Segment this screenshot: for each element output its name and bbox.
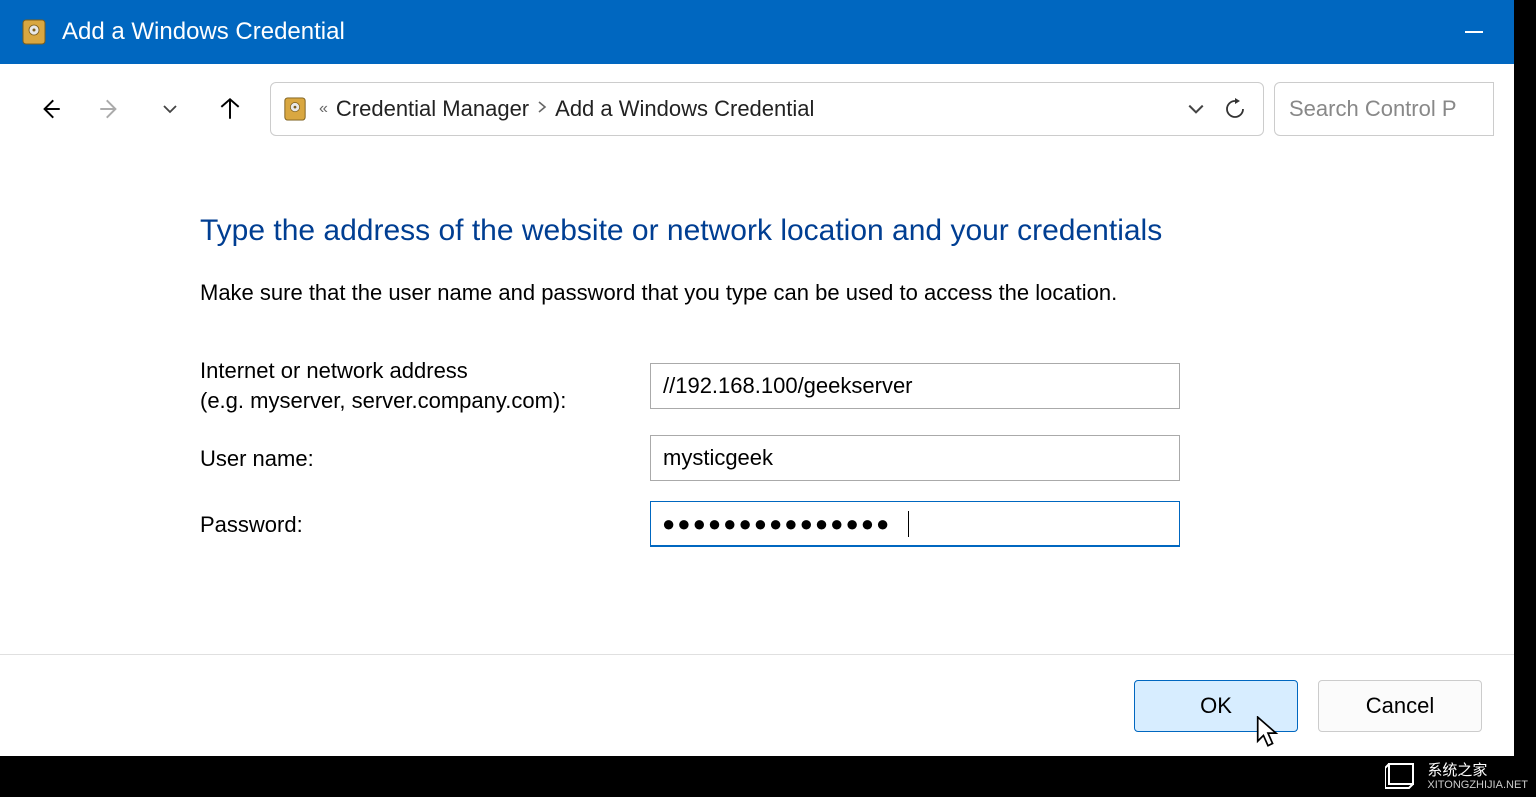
minimize-button[interactable] (1434, 0, 1514, 64)
password-input[interactable] (650, 501, 1180, 547)
cancel-button[interactable]: Cancel (1318, 680, 1482, 732)
content-area: Type the address of the website or netwo… (0, 154, 1514, 547)
footer: OK Cancel (0, 654, 1514, 756)
chevron-right-icon (537, 100, 547, 119)
breadcrumb-segment-2[interactable]: Add a Windows Credential (555, 96, 814, 122)
credential-form: Internet or network address (e.g. myserv… (200, 356, 1314, 547)
history-dropdown[interactable] (140, 82, 200, 136)
password-label: Password: (200, 510, 650, 540)
watermark: 系统之家 XITONGZHIJIA.NET (1385, 759, 1528, 791)
search-input[interactable]: Search Control P (1274, 82, 1494, 136)
text-caret (908, 511, 909, 537)
nav-buttons (20, 82, 260, 136)
titlebar: Add a Windows Credential (0, 0, 1514, 64)
breadcrumb-segment-1[interactable]: Credential Manager (336, 96, 529, 122)
search-placeholder: Search Control P (1289, 96, 1457, 122)
window: Add a Windows Credential (0, 0, 1514, 756)
ok-button[interactable]: OK (1134, 680, 1298, 732)
chevron-left-icon: « (319, 100, 328, 118)
watermark-brand: 系统之家 (1427, 762, 1487, 779)
app-icon (20, 18, 48, 46)
username-input[interactable] (650, 435, 1180, 481)
address-bar[interactable]: « Credential Manager Add a Windows Crede… (270, 82, 1264, 136)
up-button[interactable] (200, 82, 260, 136)
nav-toolbar: « Credential Manager Add a Windows Crede… (0, 64, 1514, 154)
watermark-url: XITONGZHIJIA.NET (1427, 780, 1528, 791)
window-controls (1434, 0, 1514, 64)
breadcrumb[interactable]: « Credential Manager Add a Windows Crede… (319, 96, 1177, 122)
page-heading: Type the address of the website or netwo… (200, 214, 1314, 248)
hint-text: Make sure that the user name and passwor… (200, 280, 1314, 306)
back-button[interactable] (20, 82, 80, 136)
forward-button[interactable] (80, 82, 140, 136)
window-title: Add a Windows Credential (62, 18, 1494, 46)
refresh-button[interactable] (1223, 97, 1247, 121)
address-dropdown[interactable] (1187, 103, 1205, 115)
address-input[interactable] (650, 363, 1180, 409)
password-wrap: ●●●●●●●●●●●●●●● (650, 501, 1180, 547)
address-label: Internet or network address (e.g. myserv… (200, 356, 650, 415)
username-label: User name: (200, 444, 650, 474)
location-icon (281, 95, 309, 123)
